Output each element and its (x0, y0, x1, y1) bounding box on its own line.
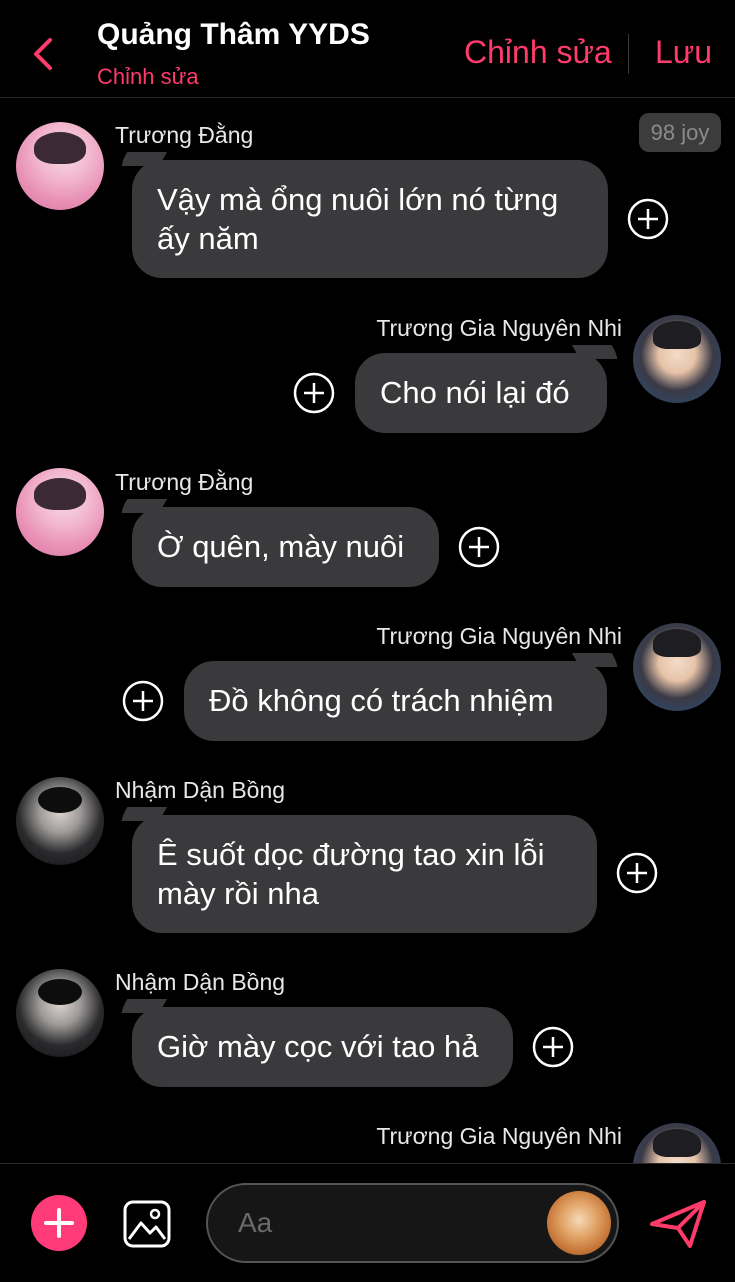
chat-title: Quảng Thâm YYDS (97, 18, 370, 51)
header-divider (628, 34, 629, 74)
message-text: Đồ không có trách nhiệm (209, 683, 554, 718)
message-text: Ê suốt dọc đường tao xin lỗi mày rồi nha (157, 837, 545, 911)
plus-circle-icon[interactable] (616, 852, 658, 894)
message-bubble[interactable]: Cho nói lại đó (355, 353, 607, 433)
add-button[interactable] (31, 1195, 87, 1251)
avatar[interactable] (633, 315, 721, 403)
sender-name: Trương Gia Nguyên Nhi (376, 1123, 622, 1149)
message-input[interactable]: Aa (206, 1183, 619, 1263)
image-icon[interactable] (122, 1199, 172, 1249)
message-bubble[interactable]: Vậy mà ổng nuôi lớn nó từng ấy năm (132, 160, 608, 278)
add-icon (44, 1208, 74, 1238)
sender-name: Trương Gia Nguyên Nhi (376, 623, 622, 649)
message-bubble[interactable]: Ờ quên, mày nuôi (132, 507, 439, 587)
message-text: Cho nói lại đó (380, 375, 570, 410)
plus-circle-icon[interactable] (458, 526, 500, 568)
send-icon[interactable] (648, 1198, 708, 1250)
avatar-partial[interactable] (633, 1123, 721, 1163)
message-text: Vậy mà ổng nuôi lớn nó từng ấy năm (157, 182, 559, 256)
avatar[interactable] (16, 122, 104, 210)
save-button[interactable]: Lưu (655, 34, 712, 71)
chat-header: Quảng Thâm YYDS Chỉnh sửa Chỉnh sửa Lưu (0, 0, 735, 98)
joy-badge: 98 joy (639, 113, 721, 152)
message-text: Giờ mày cọc với tao hả (157, 1029, 479, 1064)
avatar[interactable] (633, 623, 721, 711)
plus-circle-icon[interactable] (293, 372, 335, 414)
edit-button[interactable]: Chỉnh sửa (464, 34, 612, 71)
avatar[interactable] (16, 969, 104, 1057)
composer-bar: Aa (0, 1163, 735, 1282)
avatar[interactable] (16, 777, 104, 865)
plus-circle-icon[interactable] (532, 1026, 574, 1068)
message-text: Ờ quên, mày nuôi (157, 529, 405, 564)
plus-circle-icon[interactable] (122, 680, 164, 722)
chat-subtitle[interactable]: Chỉnh sửa (97, 64, 199, 90)
avatar[interactable] (16, 468, 104, 556)
message-bubble[interactable]: Đồ không có trách nhiệm (184, 661, 607, 741)
sender-avatar-toggle[interactable] (547, 1191, 611, 1255)
message-bubble[interactable]: Ê suốt dọc đường tao xin lỗi mày rồi nha (132, 815, 597, 933)
sender-name: Trương Đằng (115, 469, 254, 495)
message-bubble[interactable]: Giờ mày cọc với tao hả (132, 1007, 513, 1087)
sender-name: Nhậm Dận Bồng (115, 777, 286, 803)
message-input-placeholder: Aa (238, 1207, 273, 1238)
sender-name: Nhậm Dận Bồng (115, 969, 286, 995)
sender-name: Trương Đằng (115, 122, 254, 148)
plus-circle-icon[interactable] (627, 198, 669, 240)
sender-name: Trương Gia Nguyên Nhi (376, 315, 622, 341)
back-chevron-icon[interactable] (28, 36, 58, 72)
avatar[interactable] (633, 1123, 721, 1163)
